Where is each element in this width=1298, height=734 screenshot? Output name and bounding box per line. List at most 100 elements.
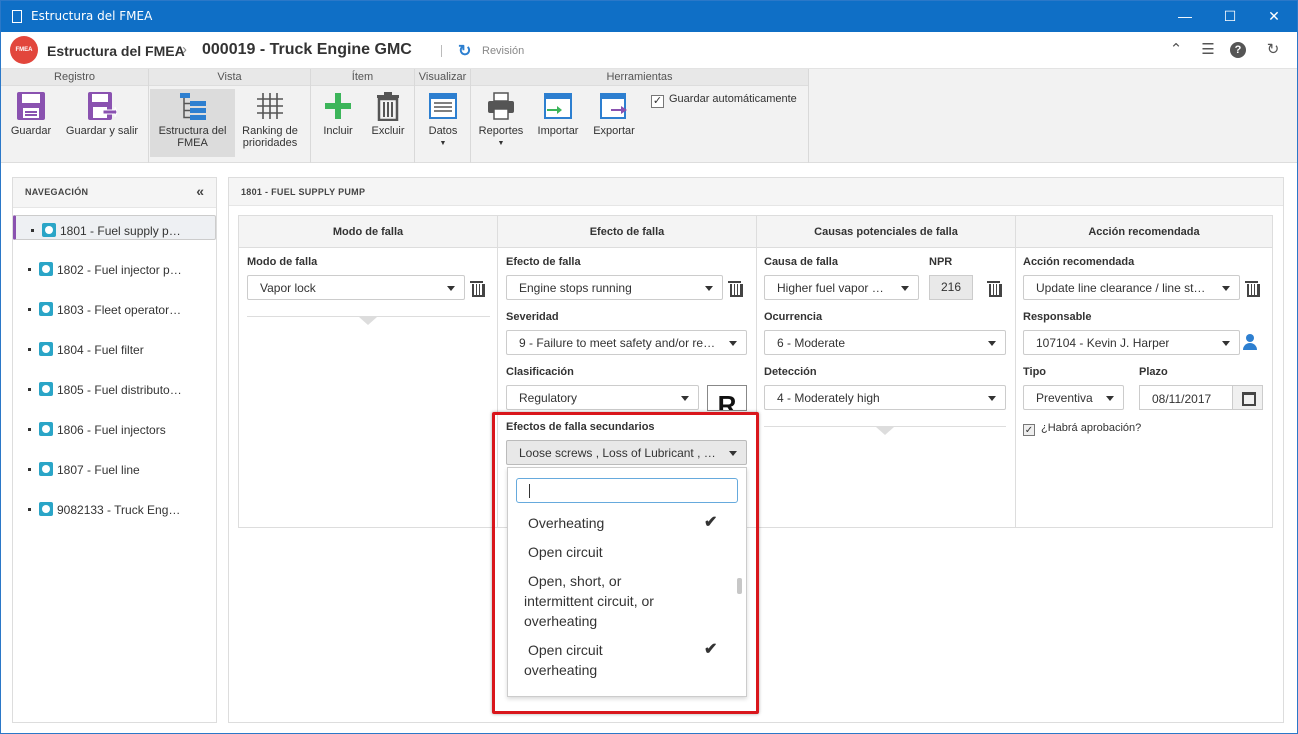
trash-icon [373, 91, 403, 122]
failure-mode-select[interactable]: Vapor lock [247, 275, 465, 300]
help-icon[interactable]: ? [1230, 42, 1246, 58]
column-header: Modo de falla [239, 216, 497, 248]
title-bar: Estructura del FMEA — ☐ ✕ [1, 1, 1297, 32]
fmea-structure-label: Estructura del FMEA [158, 125, 227, 149]
chevron-down-icon [681, 396, 689, 401]
maximize-button[interactable]: ☐ [1207, 1, 1253, 32]
header-divider [441, 45, 442, 57]
responsible-select[interactable]: 107104 - Kevin J. Harper [1023, 330, 1240, 355]
data-form-icon [428, 91, 458, 121]
bullet [28, 388, 31, 391]
chevron-down-icon [1106, 396, 1114, 401]
nav-item[interactable]: 1801 - Fuel supply p… [13, 215, 216, 240]
navigation-panel: NAVEGACIÓN « 1801 - Fuel supply p… 1802 … [12, 177, 217, 723]
severity-select[interactable]: 9 - Failure to meet safety and/or re… [506, 330, 747, 355]
minimize-button[interactable]: — [1162, 1, 1208, 32]
autosave-checkbox[interactable]: ✓ [651, 95, 664, 108]
add-button[interactable]: Incluir [315, 89, 361, 157]
nav-item[interactable]: 1804 - Fuel filter [13, 335, 216, 365]
deadline-date-input[interactable]: 08/11/2017 [1139, 385, 1263, 410]
refresh-icon[interactable]: ↻ [1263, 40, 1283, 60]
close-button[interactable]: ✕ [1251, 1, 1297, 32]
node-icon [39, 302, 53, 316]
printer-icon [486, 91, 516, 121]
occurrence-select[interactable]: 6 - Moderate [764, 330, 1006, 355]
navigation-title: NAVEGACIÓN [25, 187, 89, 197]
reports-menu-button[interactable]: Reportes ▼ [476, 89, 526, 157]
save-and-exit-button[interactable]: Guardar y salir [61, 89, 143, 157]
tree-structure-icon [178, 91, 208, 121]
trash-icon[interactable] [987, 280, 1002, 297]
revision-icon[interactable]: ↻ [458, 41, 471, 61]
failure-cause-select[interactable]: Higher fuel vapor … [764, 275, 919, 300]
save-button[interactable]: Guardar [5, 89, 57, 157]
autosave-toggle[interactable]: ✓ Guardar automáticamente [651, 93, 797, 108]
node-icon [39, 422, 53, 436]
classification-select[interactable]: Regulatory [506, 385, 699, 410]
import-icon [543, 91, 573, 121]
bullet [28, 308, 31, 311]
ribbon-group-herramientas: Herramientas Reportes ▼ Importar Exportar [471, 69, 809, 163]
export-icon [599, 91, 629, 121]
expand-notch-icon[interactable] [359, 317, 377, 325]
nav-item-label: 1806 - Fuel injectors [57, 423, 166, 437]
delete-button[interactable]: Excluir [365, 89, 411, 157]
collapse-up-icon[interactable]: ⌃ [1166, 40, 1186, 60]
detection-select[interactable]: 4 - Moderately high [764, 385, 1006, 410]
plus-icon [323, 91, 353, 121]
data-menu-button[interactable]: Datos ▼ [419, 89, 467, 157]
calendar-icon[interactable] [1232, 386, 1262, 409]
column-header: Causas potenciales de falla [757, 216, 1015, 248]
trash-icon[interactable] [1245, 280, 1260, 297]
type-label: Tipo [1023, 366, 1047, 378]
navigation-header: NAVEGACIÓN « [13, 178, 216, 208]
nav-item[interactable]: 1802 - Fuel injector p… [13, 255, 216, 285]
autosave-label: Guardar automáticamente [669, 93, 797, 105]
delete-label: Excluir [371, 125, 405, 137]
add-label: Incluir [323, 125, 353, 137]
priority-ranking-label: Ranking de prioridades [242, 125, 298, 149]
approval-checkbox[interactable]: ✓ [1023, 424, 1035, 436]
import-button[interactable]: Importar [533, 89, 583, 157]
chevron-down-icon [705, 286, 713, 291]
floppy-disk-icon [16, 91, 46, 121]
ribbon-group-registro: Registro Guardar Guardar y salir [1, 69, 149, 163]
nav-item[interactable]: 1807 - Fuel line [13, 455, 216, 485]
type-select[interactable]: Preventiva [1023, 385, 1124, 410]
trash-icon[interactable] [470, 280, 485, 297]
save-and-exit-label: Guardar y salir [65, 125, 139, 137]
list-icon[interactable]: ☰ [1198, 40, 1218, 60]
breadcrumb-module[interactable]: Estructura del FMEA [47, 43, 185, 59]
trash-icon[interactable] [728, 280, 743, 297]
chevron-down-icon [901, 286, 909, 291]
npr-label: NPR [929, 256, 953, 268]
user-icon[interactable] [1243, 334, 1257, 350]
node-icon [42, 223, 56, 237]
export-button[interactable]: Exportar [589, 89, 639, 157]
nav-item[interactable]: 9082133 - Truck Eng… [13, 495, 216, 525]
nav-item[interactable]: 1806 - Fuel injectors [13, 415, 216, 445]
recommended-action-select[interactable]: Update line clearance / line st… [1023, 275, 1240, 300]
approval-toggle[interactable]: ✓ ¿Habrá aprobación? [1023, 422, 1141, 436]
node-icon [39, 342, 53, 356]
document-icon [12, 10, 22, 23]
page-title: 000019 - Truck Engine GMC [202, 41, 412, 58]
nav-item[interactable]: 1805 - Fuel distributo… [13, 375, 216, 405]
revision-link[interactable]: Revisión [482, 45, 524, 57]
collapse-panel-icon[interactable]: « [196, 183, 204, 199]
node-icon [39, 462, 53, 476]
nav-item[interactable]: 1803 - Fleet operator… [13, 295, 216, 325]
ribbon-toolbar: Registro Guardar Guardar y salir Vista E… [1, 69, 1297, 163]
ribbon-group-title: Registro [1, 69, 148, 86]
grid-icon [255, 91, 285, 121]
approval-label: ¿Habrá aprobación? [1041, 422, 1142, 434]
ribbon-group-visualizar: Visualizar Datos ▼ [415, 69, 471, 163]
fmea-structure-button[interactable]: Estructura del FMEA [150, 89, 235, 157]
main-panel-title: 1801 - FUEL SUPPLY PUMP [241, 187, 366, 197]
priority-ranking-button[interactable]: Ranking de prioridades [237, 89, 303, 157]
detection-label: Detección [764, 366, 817, 378]
expand-notch-icon[interactable] [876, 427, 894, 435]
node-icon [39, 382, 53, 396]
save-label: Guardar [10, 125, 52, 137]
failure-effect-select[interactable]: Engine stops running [506, 275, 723, 300]
